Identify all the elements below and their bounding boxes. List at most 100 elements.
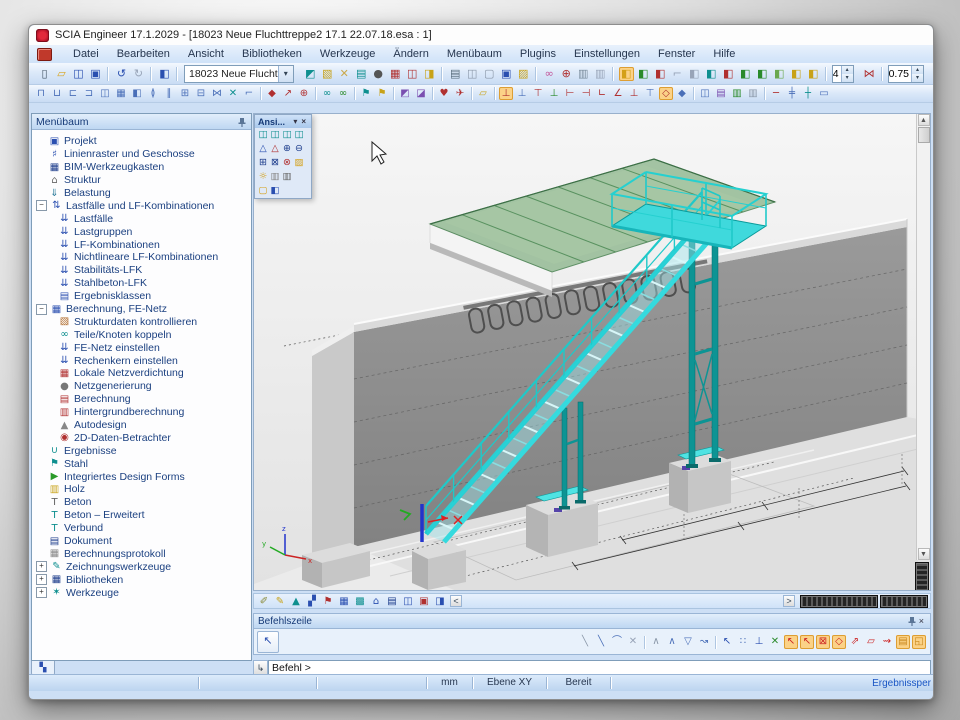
spinner-buttons[interactable]: ▴▾ xyxy=(841,66,853,82)
frame-icon[interactable]: ◫ xyxy=(401,595,415,608)
tree-item-beton[interactable]: TBeton xyxy=(32,496,251,509)
vertical-zoom-slider[interactable] xyxy=(915,562,929,591)
project-settings-icon[interactable]: ◩ xyxy=(303,67,318,81)
tree-item-lastgruppen[interactable]: ⇊Lastgruppen xyxy=(32,225,251,238)
tree-item-nichtlineare-lf-kombinationen[interactable]: ⇊Nichtlineare LF-Kombinationen xyxy=(32,251,251,264)
couple-2-icon[interactable]: ∞ xyxy=(336,87,350,100)
angle-icon[interactable]: ∠ xyxy=(611,87,625,100)
view-8-icon[interactable]: ◧ xyxy=(738,67,753,81)
tree-item-dokument[interactable]: ▤Dokument xyxy=(32,535,251,548)
tree-item-linienraster-und-geschosse[interactable]: ♯Linienraster und Geschosse xyxy=(32,148,251,161)
book-2-icon[interactable]: ▥ xyxy=(746,87,760,100)
layout-2-icon[interactable]: ◨ xyxy=(422,67,437,81)
scroll-thumb[interactable] xyxy=(918,127,930,143)
window-split-icon[interactable]: ◧ xyxy=(157,67,172,81)
snap-parallel-icon[interactable]: ▱ xyxy=(864,635,878,649)
tree-item-stahl[interactable]: ⚑Stahl xyxy=(32,457,251,470)
project-combo[interactable]: 18023 Neue Flucht▾ xyxy=(184,65,294,83)
ansicht-palette[interactable]: Ansi... ▾ × ◫◫◫◫△△⊕⊖⊞⊠⊗▨☼▥▥▢◧ xyxy=(254,114,312,199)
flag-2-icon[interactable]: ⚑ xyxy=(375,87,389,100)
clipboard-icon[interactable]: ▤ xyxy=(354,67,369,81)
activity-icon[interactable]: ✐ xyxy=(257,595,271,608)
tree-item-autodesign[interactable]: ▲Autodesign xyxy=(32,419,251,432)
polyline-icon[interactable]: ⌐ xyxy=(242,87,256,100)
arc-icon[interactable]: ⌒ xyxy=(610,635,624,649)
zoom-out-icon[interactable]: ⊖ xyxy=(293,143,305,155)
tree-item-integriertes-design-forms[interactable]: ▶Integriertes Design Forms xyxy=(32,470,251,483)
view-parameters-icon[interactable]: ◧ xyxy=(269,185,281,197)
menubaum-header[interactable]: Menübaum xyxy=(32,114,251,130)
home-icon[interactable]: ⌂ xyxy=(369,595,383,608)
picture-icon[interactable]: ▣ xyxy=(499,67,514,81)
mesh-icon[interactable]: ▩ xyxy=(353,595,367,608)
tree-item-bim-werkzeugkasten[interactable]: ▦BIM-Werkzeugkasten xyxy=(32,161,251,174)
tree-item-lastfälle-und-lf-kombinationen[interactable]: −⇅Lastfälle und LF-Kombinationen xyxy=(32,199,251,212)
tree-item-berechnung-fe-netz[interactable]: −▦Berechnung, FE-Netz xyxy=(32,303,251,316)
support-green-icon[interactable]: ⊥ xyxy=(547,87,561,100)
view-side-icon[interactable]: ◫ xyxy=(269,129,281,141)
zoom-level-spinner[interactable]: 4▴▾ xyxy=(832,65,854,83)
triangle-icon[interactable]: ▲ xyxy=(289,595,303,608)
half-icon[interactable]: ◨ xyxy=(433,595,447,608)
gallery-icon[interactable]: ▦ xyxy=(388,67,403,81)
save-icon[interactable]: ▣ xyxy=(88,67,103,81)
select-icon[interactable]: ↖ xyxy=(720,635,734,649)
close-icon[interactable]: × xyxy=(299,117,308,126)
grid-icon[interactable]: ┼ xyxy=(801,87,815,100)
bowtie-icon[interactable]: ⋈ xyxy=(862,67,877,81)
diamond-icon[interactable]: ◆ xyxy=(675,87,689,100)
snap-node-icon[interactable]: ◇ xyxy=(832,635,846,649)
wall-icon[interactable]: ◧ xyxy=(130,87,144,100)
view-10-icon[interactable]: ◧ xyxy=(772,67,787,81)
zoom-all-icon[interactable]: ⊠ xyxy=(269,157,281,169)
corner-icon[interactable]: ∟ xyxy=(595,87,609,100)
close-icon[interactable]: × xyxy=(917,616,926,626)
support-3-icon[interactable]: ⊤ xyxy=(643,87,657,100)
flag-icon[interactable]: ⚑ xyxy=(321,595,335,608)
model-box-icon[interactable]: ▧ xyxy=(320,67,335,81)
flag-icon[interactable]: ⚑ xyxy=(359,87,373,100)
tree-item-holz[interactable]: ▥Holz xyxy=(32,483,251,496)
title-bar[interactable]: SCIA Engineer 17.1.2029 - [18023 Neue Fl… xyxy=(29,25,933,45)
collapse-icon[interactable]: − xyxy=(36,200,47,211)
hinge-r-icon[interactable]: ⊣ xyxy=(579,87,593,100)
snap-tangent-icon[interactable]: ⇝ xyxy=(880,635,894,649)
mdi-child-icon[interactable] xyxy=(37,48,52,61)
menu-datei[interactable]: Datei xyxy=(64,46,108,62)
tree-item-projekt[interactable]: ▣Projekt xyxy=(32,135,251,148)
open-folder-icon[interactable]: ▱ xyxy=(476,87,490,100)
menu-menübaum[interactable]: Menübaum xyxy=(438,46,511,62)
tree-item-ergebnisklassen[interactable]: ▤Ergebnisklassen xyxy=(32,290,251,303)
book-icon[interactable]: ▥ xyxy=(730,87,744,100)
doc-purple-2-icon[interactable]: ◪ xyxy=(414,87,428,100)
collapse-icon[interactable]: − xyxy=(36,304,47,315)
dimension-line-icon[interactable]: ─ xyxy=(769,87,783,100)
fly-through-icon[interactable]: ✈ xyxy=(453,87,467,100)
view-9-icon[interactable]: ◧ xyxy=(755,67,770,81)
tree-item-berechnungsprotokoll[interactable]: ▦Berechnungsprotokoll xyxy=(32,548,251,561)
zoom-in-icon[interactable]: ⊕ xyxy=(281,143,293,155)
render-wire-icon[interactable]: ▥ xyxy=(269,171,281,183)
result-icon[interactable]: ▣ xyxy=(417,595,431,608)
pin-icon[interactable] xyxy=(907,616,917,626)
vertex-2-icon[interactable]: ∧ xyxy=(665,635,679,649)
support-icon[interactable]: ⊥ xyxy=(515,87,529,100)
viewport-vertical-scrollbar[interactable]: ▲ ▼ xyxy=(916,114,930,560)
save-all-icon[interactable]: ◫ xyxy=(71,67,86,81)
opening-icon[interactable]: ≬ xyxy=(146,87,160,100)
dimension-2-icon[interactable]: ╪ xyxy=(785,87,799,100)
view-4-icon[interactable]: ⌐ xyxy=(670,67,685,81)
frame-icon[interactable]: ◫ xyxy=(98,87,112,100)
scroll-down-icon[interactable]: ▼ xyxy=(918,548,930,560)
link-icon[interactable]: ∞ xyxy=(542,67,557,81)
view-3-icon[interactable]: ◧ xyxy=(653,67,668,81)
tree-item-werkzeuge[interactable]: +✶Werkzeuge xyxy=(32,586,251,599)
menu-einstellungen[interactable]: Einstellungen xyxy=(565,46,649,62)
zoom-document-icon[interactable]: ⊕ xyxy=(559,67,574,81)
menu-fenster[interactable]: Fenster xyxy=(649,46,704,62)
couple-icon[interactable]: ∞ xyxy=(320,87,334,100)
load-point-icon[interactable]: ◆ xyxy=(265,87,279,100)
grid-snap-icon[interactable]: ∷ xyxy=(736,635,750,649)
table-icon[interactable]: ▦ xyxy=(337,595,351,608)
horizontal-pan-slider[interactable] xyxy=(880,595,928,608)
